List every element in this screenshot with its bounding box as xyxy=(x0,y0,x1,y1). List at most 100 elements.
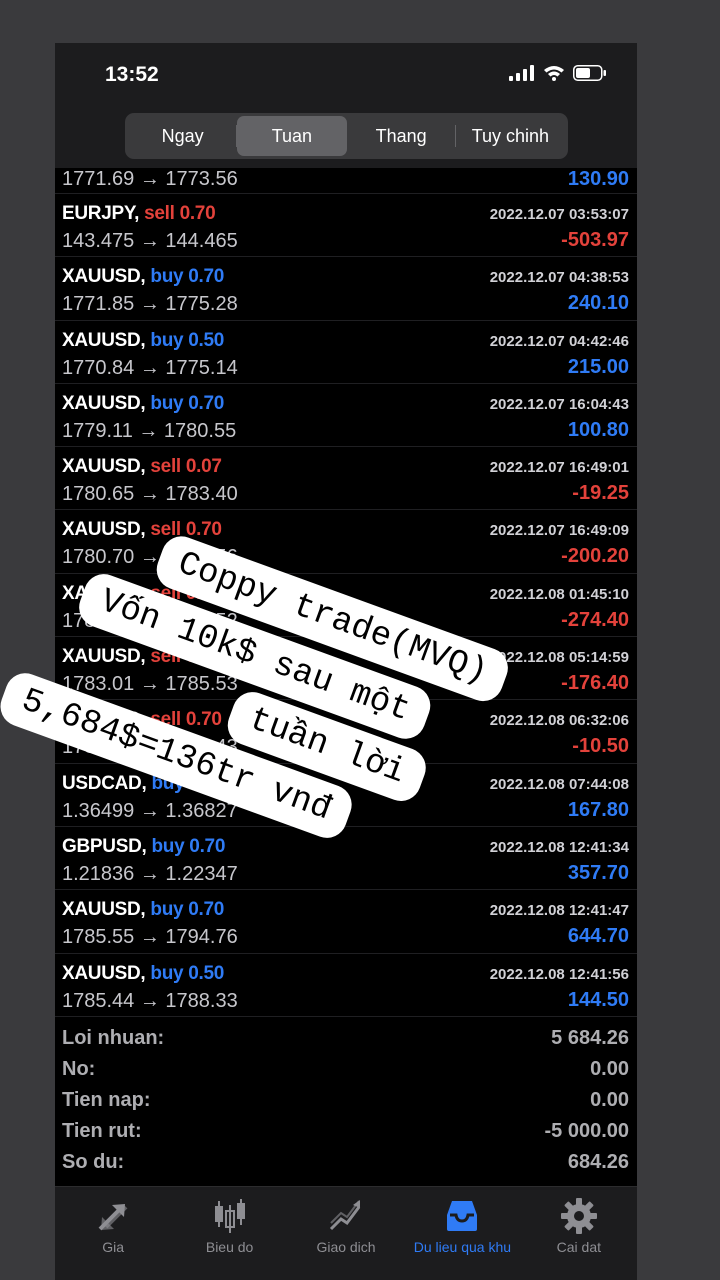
trade-prices: 1785.55 → 1794.76 xyxy=(62,926,238,949)
table-row[interactable]: XAUUSD, sell 0.70 2022.12.08 06:32:06 17… xyxy=(55,700,637,764)
summary-value: -5 000.00 xyxy=(544,1120,629,1142)
trade-symbol: XAUUSD, buy 0.70 xyxy=(62,266,224,288)
table-row[interactable]: XAUUSD, sell 0.70 2022.12.08 05:14:59 17… xyxy=(55,637,637,701)
signal-icon xyxy=(509,65,534,81)
summary-label: So du: xyxy=(62,1151,125,1173)
table-row[interactable]: EURJPY, sell 0.70 2022.12.07 03:53:07 14… xyxy=(55,194,637,258)
table-row[interactable]: USDCAD, buy 0.70 2022.12.08 07:44:08 1.3… xyxy=(55,764,637,827)
segment-tuan[interactable]: Tuan xyxy=(237,116,347,156)
trade-datetime: 2022.12.08 12:41:34 xyxy=(489,838,629,856)
symbol-text: XAUUSD, xyxy=(62,646,146,668)
table-row[interactable]: GBPUSD, buy 0.70 2022.12.08 12:41:34 1.2… xyxy=(55,827,637,891)
trade-profit: -274.40 xyxy=(561,608,629,631)
trade-side: buy 0.70 xyxy=(151,835,226,857)
trade-side: sell 0.70 xyxy=(150,582,222,604)
trade-prices: 1771.85 → 1775.28 xyxy=(62,293,238,316)
trade-prices: 1.36499 → 1.36827 xyxy=(62,799,238,822)
trade-side: sell 0.70 xyxy=(150,519,222,541)
trade-profit: 357.70 xyxy=(567,861,629,884)
trade-side: sell 0.07 xyxy=(150,456,222,478)
trade-datetime: 2022.12.07 04:42:46 xyxy=(489,332,629,350)
table-row[interactable]: XAUUSD, sell 0.70 2022.12.08 01:45:10 17… xyxy=(55,574,637,638)
trade-symbol: XAUUSD, sell 0.70 xyxy=(62,519,222,541)
trade-profit: -503.97 xyxy=(561,229,629,251)
status-time: 13:52 xyxy=(105,63,159,86)
segment-thang[interactable]: Thang xyxy=(347,116,456,156)
gear-icon xyxy=(560,1198,597,1234)
summary-label: No: xyxy=(62,1058,96,1080)
table-row[interactable]: XAUUSD, buy 0.70 2022.12.07 16:04:43 177… xyxy=(55,384,637,448)
tab-label: Gia xyxy=(102,1239,125,1255)
tab-bieu-do[interactable]: Bieu do xyxy=(171,1187,287,1280)
segment-tuy-chinh[interactable]: Tuy chinh xyxy=(456,116,565,156)
symbol-text: XAUUSD, xyxy=(62,456,146,478)
segment-ngay[interactable]: Ngay xyxy=(128,116,238,156)
trade-prices: 1785.44 → 1788.33 xyxy=(62,989,238,1012)
trade-symbol: XAUUSD, buy 0.50 xyxy=(62,330,224,352)
trade-datetime: 2022.12.07 04:38:53 xyxy=(489,269,629,287)
trade-prices: 1780.70 → 1783.56 xyxy=(62,546,238,569)
period-segmented-control: Ngay Tuan Thang Tuy chinh xyxy=(125,113,568,159)
trade-datetime: 2022.12.08 06:32:06 xyxy=(489,712,629,730)
table-row[interactable]: 1771.69 → 1773.56 130.90 xyxy=(55,168,637,194)
battery-icon xyxy=(573,65,606,81)
trade-datetime: 2022.12.08 05:14:59 xyxy=(489,649,629,667)
trade-datetime: 2022.12.08 12:41:56 xyxy=(489,965,629,983)
table-row[interactable]: XAUUSD, buy 0.50 2022.12.07 04:42:46 177… xyxy=(55,321,637,384)
trade-profit: 100.80 xyxy=(567,418,629,441)
trade-symbol: XAUUSD, sell 0.70 xyxy=(62,709,222,731)
trade-profit: 644.70 xyxy=(567,925,629,948)
trade-side: buy 0.50 xyxy=(150,962,225,984)
trade-profit: 130.90 xyxy=(567,168,629,190)
trade-prices: 1.21836 → 1.22347 xyxy=(62,862,238,885)
candlestick-icon xyxy=(214,1199,245,1233)
symbol-text: XAUUSD, xyxy=(62,709,146,731)
table-row[interactable]: XAUUSD, sell 0.07 2022.12.07 16:49:01 17… xyxy=(55,447,637,511)
trade-prices: 143.475 → 144.465 xyxy=(62,230,238,252)
trade-profit: -10.50 xyxy=(572,735,629,758)
trade-side: buy 0.70 xyxy=(150,899,225,921)
symbol-text: XAUUSD, xyxy=(62,392,146,414)
trade-profit: -200.20 xyxy=(561,545,629,568)
trade-symbol: GBPUSD, buy 0.70 xyxy=(62,836,225,858)
tab-label: Cai dat xyxy=(556,1239,601,1255)
summary-value: 5 684.26 xyxy=(551,1027,629,1049)
trade-datetime: 2022.12.07 16:49:09 xyxy=(489,522,629,540)
symbol-text: XAUUSD, xyxy=(62,266,146,288)
trade-side: buy 0.70 xyxy=(150,266,225,288)
table-row[interactable]: XAUUSD, buy 0.70 2022.12.08 12:41:47 178… xyxy=(55,890,637,954)
trade-history-list: 1771.69 → 1773.56 130.90 EURJPY, sell 0.… xyxy=(55,168,637,1017)
table-row[interactable]: XAUUSD, buy 0.70 2022.12.07 04:38:53 177… xyxy=(55,257,637,321)
table-row[interactable]: XAUUSD, sell 0.70 2022.12.07 16:49:09 17… xyxy=(55,510,637,574)
trade-symbol: XAUUSD, buy 0.70 xyxy=(62,393,224,415)
trade-side: buy 0.70 xyxy=(150,392,225,414)
summary-label: Tien nap: xyxy=(62,1089,151,1111)
trade-prices: 1771.69 → 1773.56 xyxy=(62,168,238,190)
summary-label: Loi nhuan: xyxy=(62,1027,165,1049)
trade-symbol: XAUUSD, buy 0.50 xyxy=(62,963,224,985)
symbol-text: XAUUSD, xyxy=(62,519,146,541)
summary-row-balance: So du: 684.26 xyxy=(55,1147,637,1178)
symbol-text: USDCAD, xyxy=(62,772,147,794)
trade-side: sell 0.70 xyxy=(150,646,222,668)
summary-row-debt: No: 0.00 xyxy=(55,1054,637,1085)
tab-du-lieu-qua-khu[interactable]: Du lieu qua khu xyxy=(404,1187,520,1280)
trade-datetime: 2022.12.07 16:04:43 xyxy=(489,395,629,413)
trade-datetime: 2022.12.07 03:53:07 xyxy=(489,206,629,223)
trade-symbol: EURJPY, sell 0.70 xyxy=(62,203,216,225)
symbol-text: XAUUSD, xyxy=(62,962,146,984)
tab-gia[interactable]: Gia xyxy=(55,1187,171,1280)
tab-giao-dich[interactable]: Giao dich xyxy=(288,1187,404,1280)
trade-prices: 1779.11 → 1780.55 xyxy=(62,419,237,442)
summary-row-profit: Loi nhuan: 5 684.26 xyxy=(55,1023,637,1054)
symbol-text: XAUUSD, xyxy=(62,582,146,604)
segment-label: Tuan xyxy=(271,125,313,146)
table-row[interactable]: XAUUSD, buy 0.50 2022.12.08 12:41:56 178… xyxy=(55,954,637,1017)
tab-cai-dat[interactable]: Cai dat xyxy=(521,1187,637,1280)
summary-value: 0.00 xyxy=(590,1089,629,1111)
price-arrows-icon xyxy=(98,1204,128,1231)
wifi-icon xyxy=(544,66,564,81)
trade-datetime: 2022.12.08 01:45:10 xyxy=(489,585,629,603)
summary-row-withdrawal: Tien rut: -5 000.00 xyxy=(55,1116,637,1147)
trade-prices: 1781.60 → 1785.52 xyxy=(62,609,238,632)
